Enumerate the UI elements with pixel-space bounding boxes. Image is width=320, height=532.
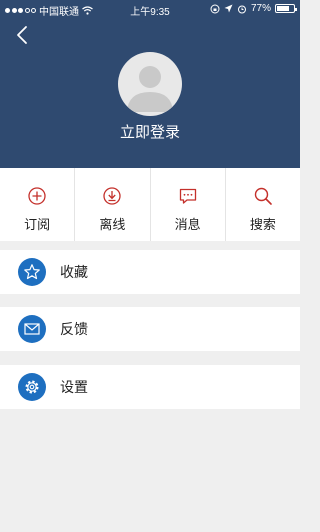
quick-action-bar: 订阅 离线 消息 搜索 [0, 168, 300, 241]
download-icon [103, 187, 122, 205]
chevron-left-icon[interactable] [14, 24, 32, 46]
search-button[interactable]: 搜索 [226, 168, 300, 241]
menu-item-settings[interactable]: 设置 [0, 365, 300, 409]
battery-percent: 77% [250, 3, 271, 14]
messages-label: 消息 [174, 217, 201, 232]
menu-item-feedback[interactable]: 反馈 [0, 307, 300, 351]
battery-icon [275, 4, 297, 13]
mail-icon [18, 315, 46, 343]
subscribe-label: 订阅 [24, 217, 51, 232]
user-silhouette-icon [127, 66, 173, 112]
plus-circle-icon [28, 187, 46, 205]
search-label: 搜索 [249, 217, 276, 232]
favorites-label: 收藏 [60, 264, 88, 280]
subscribe-button[interactable]: 订阅 [0, 168, 76, 241]
offline-button[interactable]: 离线 [75, 168, 151, 241]
status-bar: 中国联通 上午9:35 77% [0, 0, 300, 18]
search-icon [254, 187, 272, 205]
location-icon [224, 4, 233, 13]
alarm-icon [237, 5, 246, 13]
message-icon [179, 188, 196, 204]
avatar[interactable] [118, 52, 182, 116]
offline-label: 离线 [99, 217, 126, 232]
login-link[interactable]: 立即登录 [0, 121, 300, 142]
rotation-lock-icon [210, 4, 220, 13]
settings-label: 设置 [60, 379, 88, 395]
feedback-label: 反馈 [60, 321, 88, 337]
messages-button[interactable]: 消息 [151, 168, 226, 241]
header: 中国联通 上午9:35 77% 立即登录 [0, 0, 300, 168]
gear-icon [18, 373, 46, 401]
menu-item-favorites[interactable]: 收藏 [0, 250, 300, 294]
star-icon [18, 258, 46, 286]
